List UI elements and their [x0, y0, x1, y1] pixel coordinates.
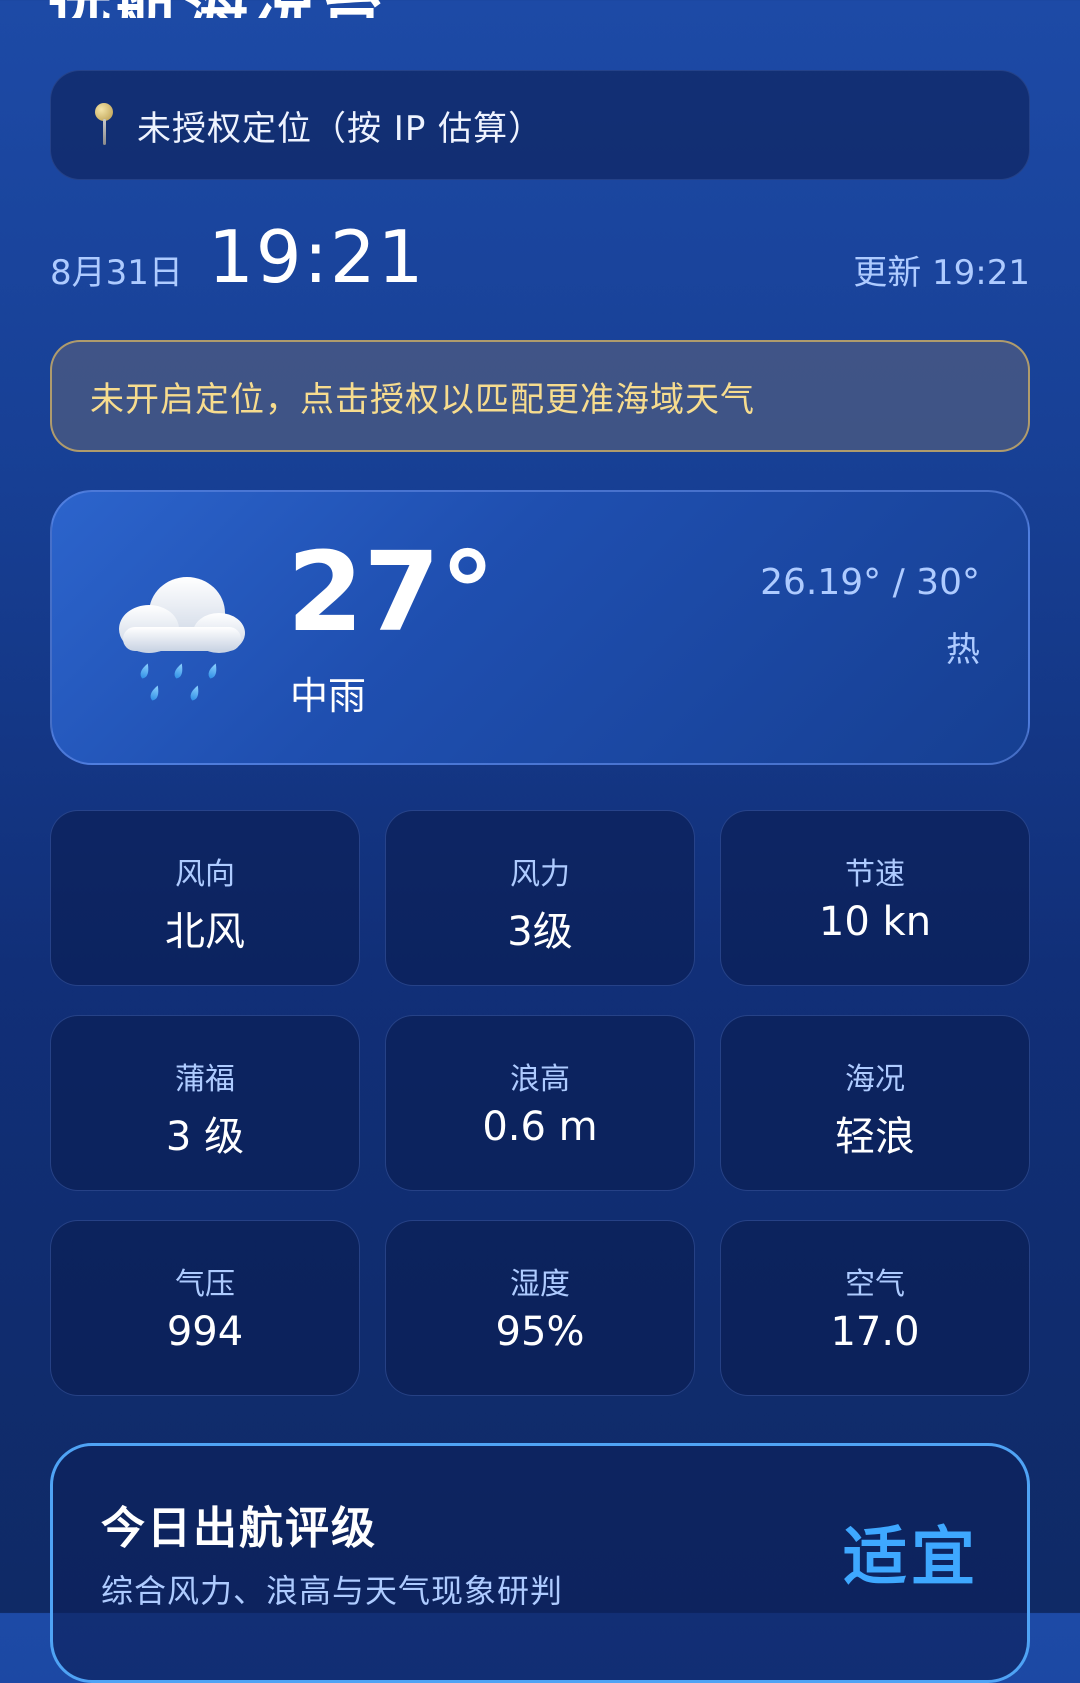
- metric-value: 北风: [165, 909, 245, 955]
- current-temperature: 27°: [287, 528, 496, 656]
- pin-icon: [89, 103, 119, 147]
- weather-condition: 中雨: [290, 674, 367, 718]
- metric-value: 轻浪: [835, 1114, 915, 1160]
- metric-value: 17.0: [830, 1309, 920, 1355]
- metric-label: 空气: [845, 1267, 905, 1302]
- location-permission-banner[interactable]: 未开启定位，点击授权以匹配更准海域天气: [50, 340, 1030, 452]
- metric-label: 节速: [845, 857, 905, 892]
- update-time-text: 更新 19:21: [853, 253, 1030, 293]
- metric-wind-direction: 风向 北风: [50, 810, 360, 986]
- rating-title: 今日出航评级: [101, 1503, 377, 1554]
- metric-label: 蒲福: [175, 1062, 235, 1097]
- metric-label: 湿度: [510, 1267, 570, 1302]
- metric-label: 风力: [510, 857, 570, 892]
- metric-sea-state: 海况 轻浪: [720, 1015, 1030, 1191]
- metric-wind-speed: 节速 10 kn: [720, 810, 1030, 986]
- alert-text: 未开启定位，点击授权以匹配更准海域天气: [90, 379, 755, 420]
- metric-pressure: 气压 994: [50, 1220, 360, 1396]
- metric-value: 0.6 m: [482, 1104, 598, 1150]
- metric-wave-height: 浪高 0.6 m: [385, 1015, 695, 1191]
- metric-value: 994: [166, 1309, 244, 1355]
- feel-label: 热: [946, 630, 980, 670]
- location-text: 未授权定位（按 IP 估算）: [137, 108, 544, 149]
- metric-value: 95%: [495, 1309, 585, 1355]
- metric-wind-force: 风力 3级: [385, 810, 695, 986]
- metric-value: 3 级: [165, 1114, 245, 1160]
- metric-humidity: 湿度 95%: [385, 1220, 695, 1396]
- rain-cloud-icon: [119, 577, 245, 701]
- date-text: 8月31日: [50, 253, 183, 293]
- metric-label: 风向: [175, 857, 235, 892]
- sailing-rating-card[interactable]: 今日出航评级 综合风力、浪高与天气现象研判 适宜: [50, 1443, 1030, 1683]
- rating-value: 适宜: [843, 1521, 979, 1595]
- time-row: 8月31日 19:21 更新 19:21: [50, 215, 1030, 299]
- location-card[interactable]: 未授权定位（按 IP 估算）: [50, 70, 1030, 180]
- temperature-range: 26.19° / 30°: [760, 562, 980, 603]
- metric-label: 海况: [845, 1062, 905, 1097]
- clock-text: 19:21: [208, 215, 426, 299]
- metric-label: 气压: [175, 1267, 235, 1302]
- metric-value: 10 kn: [818, 899, 932, 945]
- metric-air: 空气 17.0: [720, 1220, 1030, 1396]
- rating-subtitle: 综合风力、浪高与天气现象研判: [101, 1572, 564, 1610]
- current-weather-card: 27° 中雨 26.19° / 30° 热: [50, 490, 1030, 765]
- page-title: 远航海况台: [48, 0, 388, 18]
- metric-label: 浪高: [510, 1062, 570, 1097]
- metric-value: 3级: [507, 909, 573, 955]
- metric-beaufort: 蒲福 3 级: [50, 1015, 360, 1191]
